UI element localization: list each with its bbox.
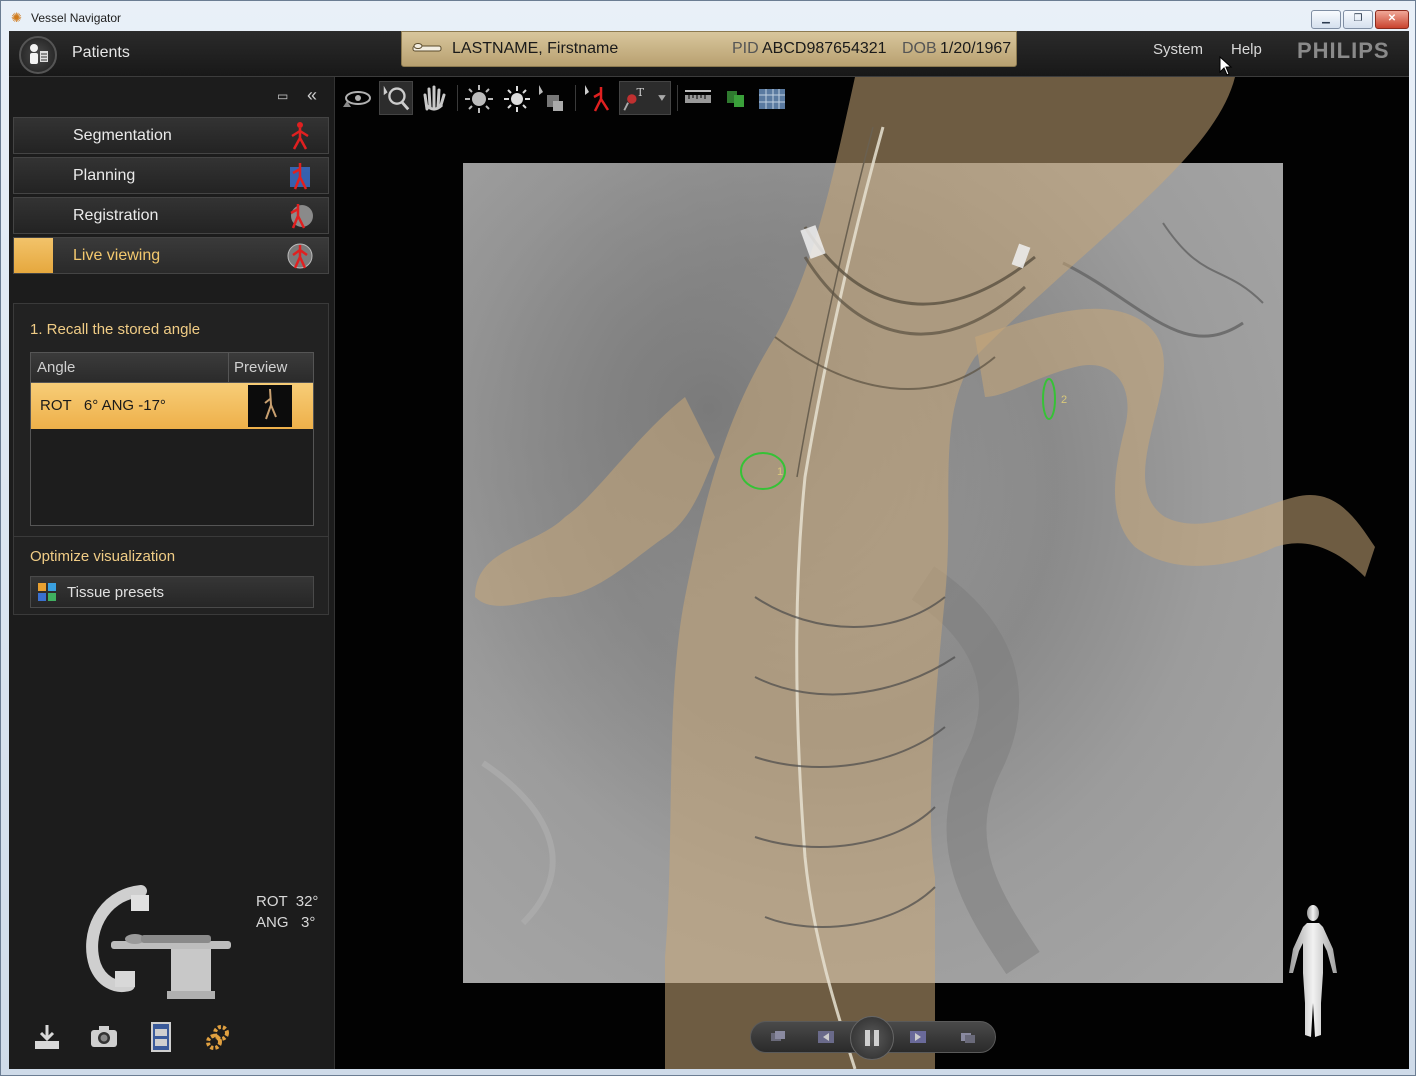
collapse-panel-icon[interactable]: « — [307, 85, 317, 106]
step-live-viewing[interactable]: Live viewing — [13, 237, 329, 274]
title-bar: ✺ Vessel Navigator ▁ ❐ ✕ — [1, 1, 1415, 31]
orientation-mannequin-icon[interactable] — [1281, 903, 1345, 1043]
active-step-indicator — [14, 238, 53, 273]
tissue-presets-icon — [38, 583, 56, 601]
close-button[interactable]: ✕ — [1375, 10, 1409, 29]
live-viewing-icon — [287, 243, 313, 269]
angle-preview-thumbnail — [248, 385, 292, 427]
settings-gear-icon[interactable] — [203, 1021, 235, 1053]
camera-icon[interactable] — [88, 1021, 120, 1053]
patients-label[interactable]: Patients — [72, 44, 130, 62]
left-panel: ▭ « Segmentation Planning Registration L… — [9, 77, 334, 1069]
marker-1-label: 1 — [777, 466, 783, 478]
brand-logo: PHILIPS — [1297, 38, 1390, 63]
app-icon: ✺ — [11, 10, 22, 25]
pid-value: ABCD987654321 — [762, 40, 887, 57]
store-export-icon[interactable] — [31, 1021, 63, 1053]
pid-label: PID — [732, 40, 759, 57]
tissue-presets-button[interactable]: Tissue presets — [30, 576, 314, 608]
c-arm-geometry-icon — [86, 885, 231, 999]
menu-help[interactable]: Help — [1231, 41, 1262, 58]
window-title: Vessel Navigator — [31, 11, 122, 25]
section-divider — [14, 536, 328, 537]
minimize-button[interactable]: ▁ — [1311, 10, 1341, 29]
maximize-button[interactable]: ❐ — [1343, 10, 1373, 29]
pause-button[interactable] — [850, 1016, 894, 1060]
segmentation-icon — [291, 122, 309, 150]
step-label: Registration — [73, 207, 159, 224]
step-planning[interactable]: Planning — [13, 157, 329, 194]
tissue-presets-label: Tissue presets — [67, 584, 164, 601]
column-header-preview[interactable]: Preview — [229, 353, 313, 383]
playback-controls — [750, 1016, 996, 1060]
top-bar: Patients LASTNAME, Firstname PID ABCD987… — [9, 31, 1409, 77]
registration-icon — [290, 204, 313, 229]
task-title: 1. Recall the stored angle — [30, 321, 201, 338]
layout-icon[interactable]: ▭ — [277, 89, 288, 103]
last-frame-icon[interactable] — [959, 1030, 977, 1044]
patients-button[interactable] — [19, 36, 57, 74]
optimize-title: Optimize visualization — [30, 548, 176, 565]
patient-name: LASTNAME, Firstname — [452, 40, 619, 57]
step-registration[interactable]: Registration — [13, 197, 329, 234]
dob-value: 1/20/1967 — [940, 40, 1012, 57]
mouse-cursor-icon — [1219, 56, 1233, 76]
previous-frame-icon[interactable] — [817, 1030, 835, 1044]
marker-2-label: 2 — [1061, 394, 1067, 406]
image-viewer[interactable]: T 1 2 — [334, 77, 1409, 1069]
menu-system[interactable]: System — [1153, 41, 1203, 58]
vessel-overlay: 1 2 — [475, 77, 1375, 1069]
dob-label: DOB — [902, 40, 937, 57]
planning-icon — [290, 163, 310, 190]
step-segmentation[interactable]: Segmentation — [13, 117, 329, 154]
step-label: Live viewing — [73, 247, 161, 264]
ang-readout: ANG 3° — [256, 914, 316, 931]
app-client-area: Patients LASTNAME, Firstname PID ABCD987… — [9, 31, 1409, 1069]
film-icon[interactable] — [145, 1021, 177, 1053]
task-panel: 1. Recall the stored angle Angle Preview… — [13, 303, 329, 615]
angle-table: Angle Preview ROT 6° ANG -17° — [30, 352, 314, 526]
table-row[interactable]: ROT 6° ANG -17° — [31, 383, 313, 429]
first-frame-icon[interactable] — [769, 1030, 787, 1044]
column-header-angle[interactable]: Angle — [31, 353, 229, 383]
geometry-readout: ROT 32° ANG 3° — [256, 891, 318, 933]
rot-readout: ROT 32° — [256, 893, 319, 910]
next-frame-icon[interactable] — [909, 1030, 927, 1044]
step-label: Planning — [73, 167, 136, 184]
application-window: ✺ Vessel Navigator ▁ ❐ ✕ Patients LASTNA… — [0, 0, 1416, 1076]
patient-banner: LASTNAME, Firstname PID ABCD987654321 DO… — [401, 31, 1017, 67]
patient-table-icon — [412, 43, 442, 52]
patient-icon — [30, 44, 48, 64]
step-label: Segmentation — [73, 127, 172, 144]
angle-value: ROT 6° ANG -17° — [40, 397, 166, 414]
